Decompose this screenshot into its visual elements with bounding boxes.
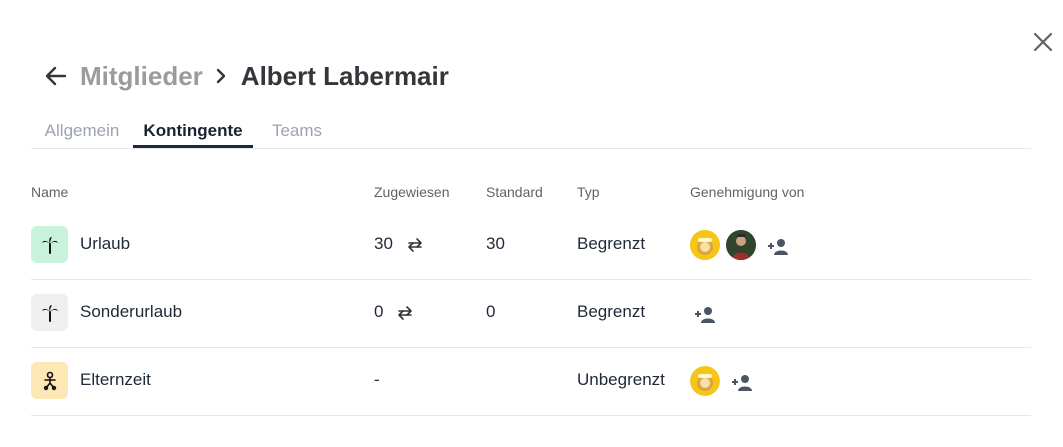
column-header-type: Typ [577, 184, 600, 200]
row-standard: 30 [486, 234, 505, 253]
close-icon [1033, 32, 1053, 52]
palm-tree-icon [31, 294, 68, 331]
table-row[interactable]: Urlaub 30 30 Begrenzt [31, 212, 1031, 280]
add-approver-button[interactable] [729, 372, 755, 394]
repeat-icon [394, 302, 416, 324]
breadcrumb-members[interactable]: Mitglieder [80, 61, 203, 92]
row-assigned: - [374, 370, 380, 389]
row-assigned: 0 [374, 302, 384, 321]
repeat-icon [404, 234, 426, 256]
column-header-approval: Genehmigung von [690, 184, 805, 200]
column-header-name: Name [31, 184, 69, 200]
chevron-right-icon [211, 66, 231, 86]
tab-kontingente[interactable]: Kontingente [133, 116, 253, 148]
person-add-icon [768, 239, 788, 255]
table-row[interactable]: Elternzeit - Unbegrenzt [31, 348, 1031, 416]
close-button[interactable] [1029, 28, 1057, 56]
row-standard: 0 [486, 302, 496, 321]
person-add-icon [732, 375, 752, 391]
palm-tree-icon [31, 226, 68, 263]
column-header-assigned: Zugewiesen [374, 184, 450, 200]
row-name: Urlaub [80, 234, 131, 253]
add-approver-button[interactable] [765, 236, 791, 258]
baby-icon [31, 362, 68, 399]
person-add-icon [695, 307, 715, 323]
row-name: Sonderurlaub [80, 302, 183, 321]
add-approver-button[interactable] [692, 304, 718, 326]
row-type: Unbegrenzt [577, 370, 665, 389]
avatar[interactable] [690, 366, 720, 396]
row-type: Begrenzt [577, 234, 646, 253]
arrow-left-icon [45, 66, 67, 86]
row-assigned: 30 [374, 234, 393, 253]
tab-teams[interactable]: Teams [270, 116, 324, 146]
column-header-standard: Standard [486, 184, 543, 200]
row-name: Elternzeit [80, 370, 151, 389]
avatar[interactable] [726, 230, 756, 260]
page-title: Albert Labermair [240, 60, 449, 91]
avatar[interactable] [690, 230, 720, 260]
row-type: Begrenzt [577, 302, 646, 321]
tab-bar: Allgemein Kontingente Teams [31, 116, 1031, 149]
tab-allgemein[interactable]: Allgemein [43, 116, 121, 146]
page-header: Mitglieder Albert Labermair [40, 58, 449, 94]
back-button[interactable] [40, 60, 72, 92]
table-row[interactable]: Sonderurlaub 0 0 Begrenzt [31, 280, 1031, 348]
